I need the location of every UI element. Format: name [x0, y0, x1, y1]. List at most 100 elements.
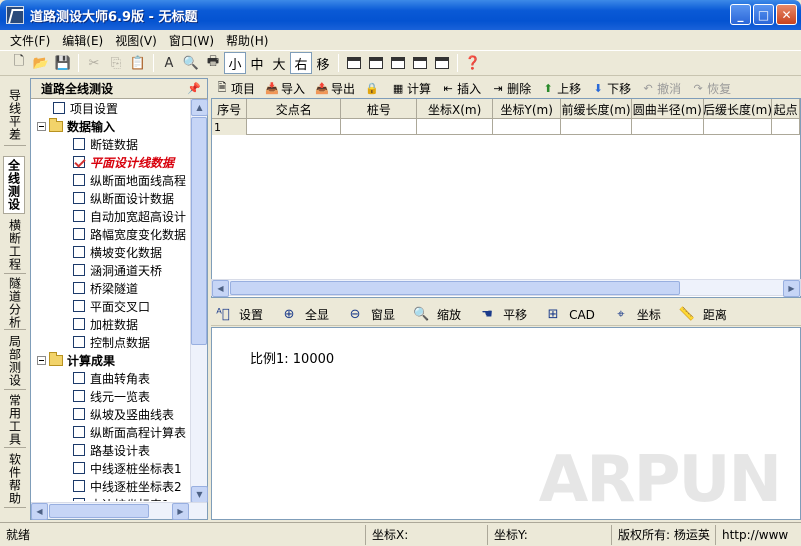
checkbox-icon[interactable]	[73, 444, 85, 456]
tree-item[interactable]: 中线逐桩坐标表1	[31, 459, 191, 477]
tree-item[interactable]: 直曲转角表	[31, 369, 191, 387]
checkbox-icon[interactable]	[73, 336, 85, 348]
table-cell[interactable]	[632, 119, 704, 135]
tree-item[interactable]: 平面设计线数据	[31, 153, 191, 171]
tree-item[interactable]: 纵断面设计数据	[31, 189, 191, 207]
grid-scroll-left-icon[interactable]: ◀	[212, 280, 229, 297]
tree-item[interactable]: 项目设置	[31, 99, 191, 117]
checkbox-icon[interactable]	[73, 192, 85, 204]
tree-item[interactable]: 桥梁隧道	[31, 279, 191, 297]
tree-item[interactable]: 涵洞通道天桥	[31, 261, 191, 279]
menu-view[interactable]: 视图(V)	[109, 32, 163, 49]
move-up-button[interactable]: ⬆ 上移	[541, 80, 581, 97]
menu-file[interactable]: 文件(F)	[4, 32, 56, 49]
layout-5-icon[interactable]	[431, 52, 453, 74]
tree-vscrollbar[interactable]: ▲ ▼	[190, 99, 208, 503]
layout-4-icon[interactable]	[409, 52, 431, 74]
tab-tunnel[interactable]: 隧道分析	[4, 276, 26, 330]
tree-item[interactable]: 纵断面高程计算表	[31, 423, 191, 441]
h-scroll-thumb[interactable]	[49, 504, 149, 518]
tab-tools[interactable]: 常用工具	[4, 392, 26, 448]
tree-item[interactable]: 路基设计表	[31, 441, 191, 459]
print-icon[interactable]: 🖶	[202, 52, 224, 74]
close-button[interactable]: ✕	[776, 4, 797, 25]
tree-item[interactable]: 线元一览表	[31, 387, 191, 405]
table-cell[interactable]	[561, 119, 632, 135]
tree-item[interactable]: 中线逐桩坐标表2	[31, 477, 191, 495]
tab-traverse[interactable]: 导线平差	[4, 84, 26, 146]
checkbox-icon[interactable]	[73, 264, 85, 276]
tree-item[interactable]: 路幅宽度变化数据	[31, 225, 191, 243]
column-header[interactable]: 序号	[212, 99, 248, 119]
full-view-button[interactable]: ⊕ 全显	[281, 306, 329, 323]
tree-item[interactable]: 纵断面地面线高程	[31, 171, 191, 189]
checkbox-icon[interactable]	[73, 498, 85, 501]
new-file-icon[interactable]: 🗋	[8, 52, 30, 74]
lock-button[interactable]: 🔒	[365, 81, 381, 95]
grid-scroll-thumb[interactable]	[230, 281, 680, 295]
scroll-down-icon[interactable]: ▼	[191, 486, 208, 503]
maximize-button[interactable]: □	[753, 4, 774, 25]
redo-button[interactable]: ↷ 恢复	[691, 80, 732, 97]
checkbox-icon[interactable]	[73, 246, 85, 258]
scroll-right-icon[interactable]: ▶	[172, 503, 189, 520]
coords-button[interactable]: ⌖ 坐标	[613, 306, 661, 323]
size-large-button[interactable]: 大	[268, 52, 290, 74]
print-preview-icon[interactable]: 🔍	[180, 52, 202, 74]
menu-edit[interactable]: 编辑(E)	[56, 32, 109, 49]
checkbox-icon[interactable]	[73, 408, 85, 420]
checkbox-icon[interactable]	[73, 300, 85, 312]
minimize-button[interactable]: _	[730, 4, 751, 25]
pin-icon[interactable]: 📌	[187, 82, 201, 95]
tree-hscrollbar[interactable]: ◀ ▶	[31, 502, 207, 520]
tree-item[interactable]: 控制点数据	[31, 333, 191, 351]
column-header[interactable]: 桩号	[341, 99, 418, 119]
zoom-button[interactable]: 🔍 缩放	[413, 306, 461, 323]
grid-hscrollbar[interactable]: ◀ ▶	[211, 279, 801, 297]
table-cell[interactable]	[493, 119, 562, 135]
import-button[interactable]: 📥 导入	[265, 80, 305, 97]
checkbox-icon[interactable]	[73, 390, 85, 402]
table-cell[interactable]	[247, 119, 342, 135]
tree-item[interactable]: 断链数据	[31, 135, 191, 153]
export-button[interactable]: 📤 导出	[315, 80, 355, 97]
window-zoom-button[interactable]: ⊖ 窗显	[347, 306, 395, 323]
table-cell[interactable]	[772, 119, 800, 135]
move-down-button[interactable]: ⬇ 下移	[591, 80, 632, 97]
collapse-icon[interactable]	[37, 121, 46, 131]
distance-button[interactable]: 📏 距离	[679, 306, 727, 323]
tree-item[interactable]: 自动加宽超高设计	[31, 207, 191, 225]
size-small-button[interactable]: 小	[224, 52, 246, 74]
help-icon[interactable]: ❓	[462, 52, 484, 74]
tree-group[interactable]: 数据输入	[31, 117, 191, 135]
save-icon[interactable]: 💾	[52, 52, 74, 74]
grid-scroll-right-icon[interactable]: ▶	[783, 280, 800, 297]
tree-item[interactable]: 纵坡及竖曲线表	[31, 405, 191, 423]
checkbox-icon[interactable]	[73, 174, 85, 186]
project-button[interactable]: 🗎 项目	[215, 80, 255, 97]
menu-window[interactable]: 窗口(W)	[163, 32, 220, 49]
tree-item[interactable]: 横坡变化数据	[31, 243, 191, 261]
checkbox-icon[interactable]	[73, 462, 85, 474]
checkbox-icon[interactable]	[73, 282, 85, 294]
checkbox-icon[interactable]	[53, 102, 65, 114]
column-header[interactable]: 交点名	[247, 99, 342, 119]
scroll-up-icon[interactable]: ▲	[191, 99, 208, 116]
column-header[interactable]: 坐标Y(m)	[493, 99, 562, 119]
move-button[interactable]: 移	[312, 52, 334, 74]
tree-item[interactable]: 中边桩坐标表1	[31, 495, 191, 501]
delete-button[interactable]: ⇥ 删除	[491, 80, 531, 97]
checkbox-icon[interactable]	[73, 426, 85, 438]
align-right-button[interactable]: 右	[290, 52, 312, 74]
settings-button[interactable]: ᴬ⃞ 设置	[215, 306, 263, 323]
paste-icon[interactable]: 📋	[127, 52, 149, 74]
tab-help[interactable]: 软件帮助	[4, 450, 26, 508]
checkbox-icon[interactable]	[73, 318, 85, 330]
layout-3-icon[interactable]	[387, 52, 409, 74]
layout-1-icon[interactable]	[343, 52, 365, 74]
table-cell[interactable]	[417, 119, 493, 135]
checkbox-icon[interactable]	[73, 138, 85, 150]
undo-button[interactable]: ↶ 撤消	[641, 80, 682, 97]
checkbox-icon[interactable]	[73, 372, 85, 384]
checkbox-icon[interactable]	[73, 228, 85, 240]
